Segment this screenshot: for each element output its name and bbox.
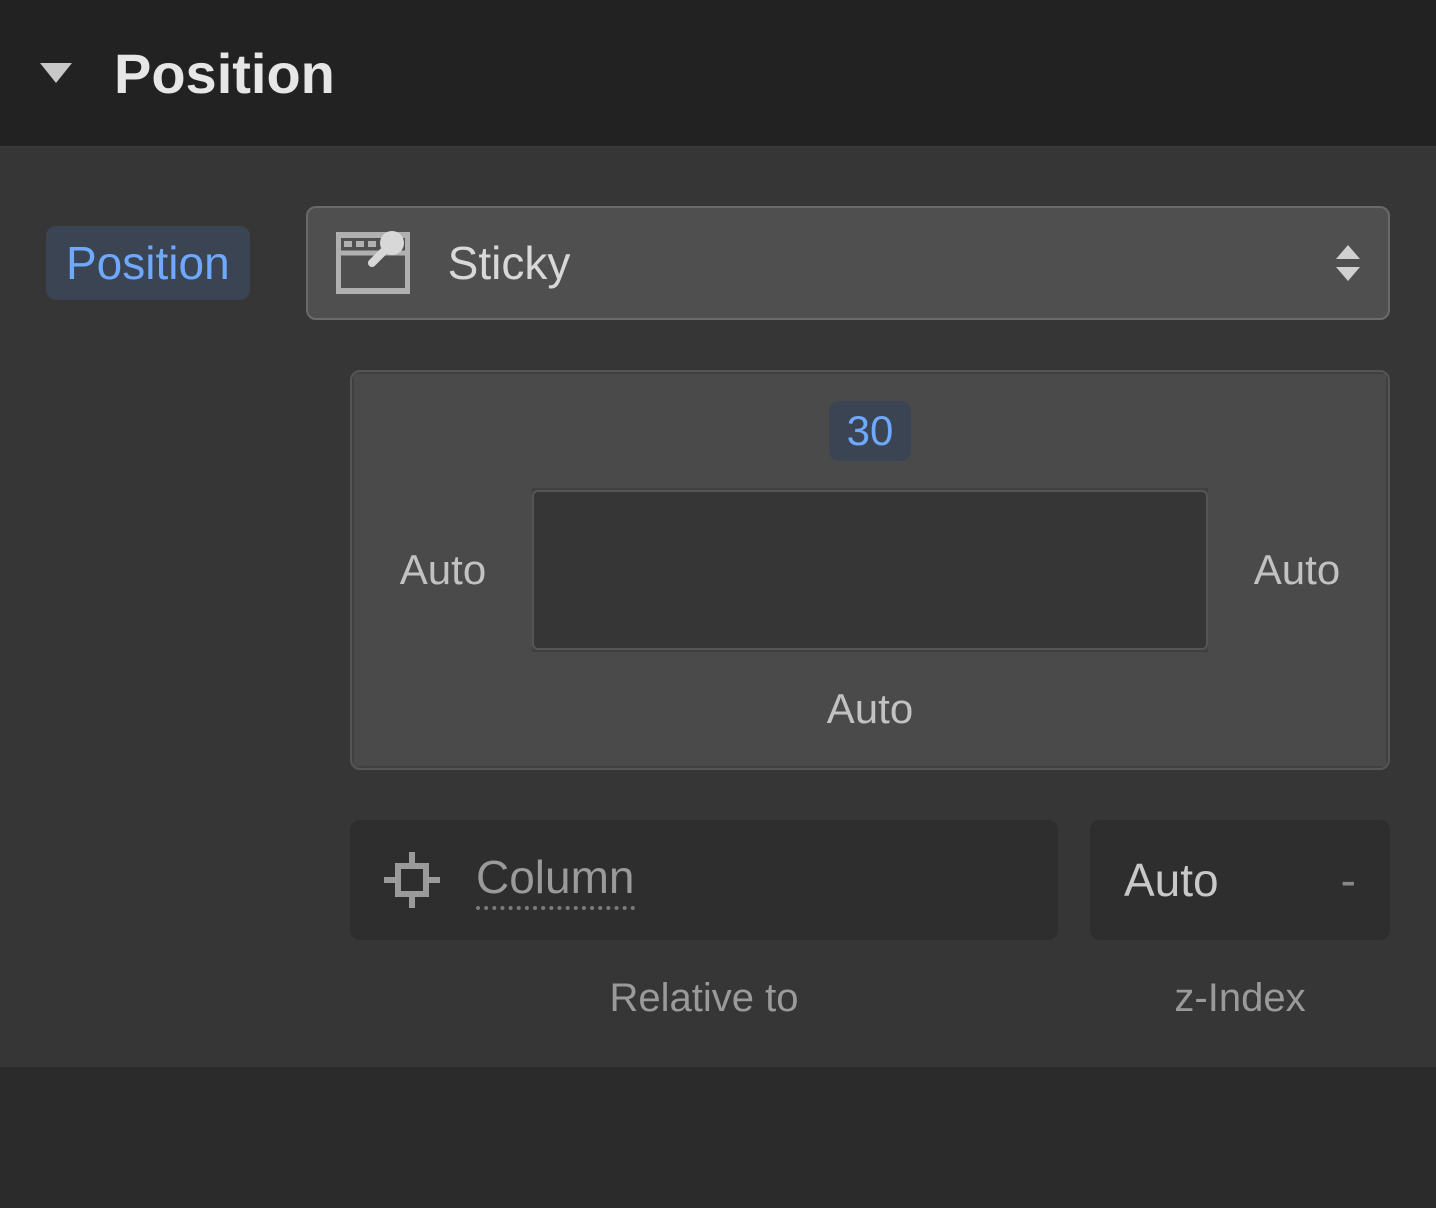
position-type-value: Sticky [448, 236, 1336, 290]
offset-top-input[interactable]: 30 [354, 374, 1386, 488]
section-title: Position [114, 41, 335, 106]
disclosure-triangle-icon[interactable] [40, 63, 72, 83]
target-icon [384, 852, 440, 908]
zindex-group: Auto - z-Index [1090, 820, 1390, 1021]
position-offset-control: 30 Auto Auto Auto [350, 370, 1390, 770]
sticky-icon [336, 231, 410, 295]
zindex-suffix: - [1341, 853, 1356, 907]
offset-center-preview [532, 490, 1208, 650]
offset-top-value: 30 [829, 401, 912, 461]
position-type-row: Position Sticky [46, 206, 1390, 320]
position-section-body: Position Sticky 30 [0, 148, 1436, 1067]
dropdown-chevron-icon [1336, 245, 1360, 281]
position-label[interactable]: Position [46, 226, 250, 300]
zindex-input[interactable]: Auto - [1090, 820, 1390, 940]
zindex-label: z-Index [1174, 976, 1305, 1021]
offset-right-value: Auto [1254, 546, 1340, 594]
relative-to-group: Column Relative to [350, 820, 1058, 1021]
offset-left-value: Auto [400, 546, 486, 594]
zindex-value: Auto [1124, 853, 1341, 907]
position-section-header[interactable]: Position [0, 0, 1436, 148]
position-bottom-row: Column Relative to Auto - z-Index [350, 820, 1390, 1021]
relative-to-label: Relative to [610, 976, 799, 1021]
offset-bottom-input[interactable]: Auto [354, 652, 1386, 766]
offset-bottom-value: Auto [827, 685, 913, 733]
relative-to-button[interactable]: Column [350, 820, 1058, 940]
relative-to-value: Column [476, 850, 635, 910]
position-type-dropdown[interactable]: Sticky [306, 206, 1390, 320]
